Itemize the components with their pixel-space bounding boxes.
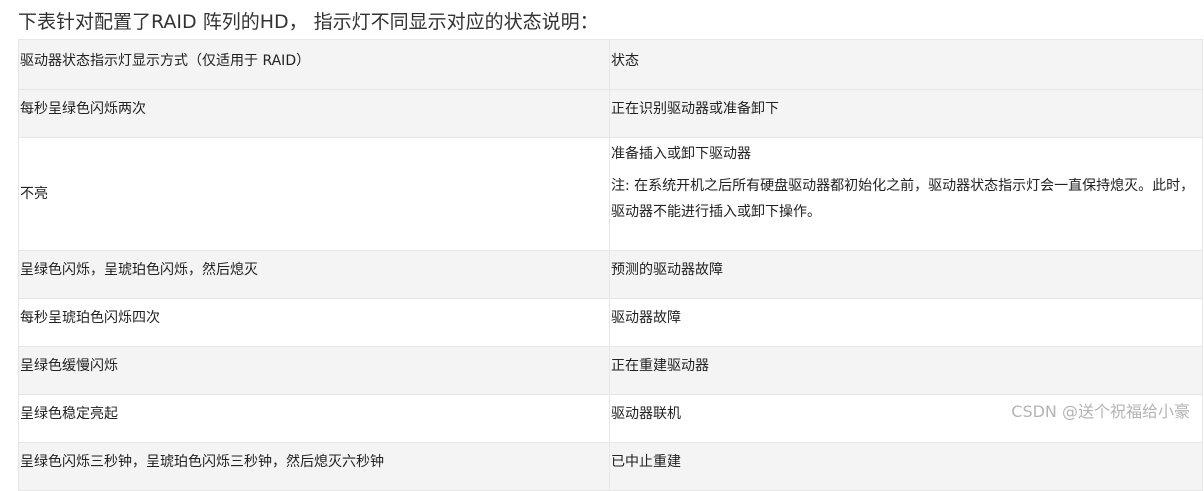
display-mode-cell: 每秒呈绿色闪烁两次: [18, 89, 610, 138]
display-mode-cell: 呈绿色缓慢闪烁: [18, 346, 610, 395]
table-row: 呈绿色闪烁三秒钟，呈琥珀色闪烁三秒钟，然后熄灭六秒钟 已中止重建: [18, 442, 1203, 491]
table-header-row: 驱动器状态指示灯显示方式（仅适用于 RAID） 状态: [18, 39, 1203, 90]
table-row: 呈绿色闪烁，呈琥珀色闪烁，然后熄灭 预测的驱动器故障: [18, 250, 1203, 299]
status-note: 注: 在系统开机之后所有硬盘驱动器都初始化之前，驱动器状态指示灯会一直保持熄灭。…: [611, 178, 1195, 220]
status-cell: 已中止重建: [609, 442, 1203, 491]
table-row: 呈绿色缓慢闪烁 正在重建驱动器: [18, 346, 1203, 395]
table-row: 每秒呈绿色闪烁两次 正在识别驱动器或准备卸下: [18, 89, 1203, 138]
watermark: CSDN @送个祝福给小豪: [1011, 402, 1190, 421]
status-cell: 正在重建驱动器: [609, 346, 1203, 395]
status-text: 准备插入或卸下驱动器: [611, 146, 751, 162]
display-mode-cell: 呈绿色稳定亮起: [18, 394, 610, 443]
header-status: 状态: [609, 39, 1203, 90]
display-mode-cell: 呈绿色闪烁，呈琥珀色闪烁，然后熄灭: [18, 250, 610, 299]
drive-status-table: 驱动器状态指示灯显示方式（仅适用于 RAID） 状态 每秒呈绿色闪烁两次 正在识…: [18, 39, 1203, 491]
display-mode-cell: 不亮: [18, 137, 610, 251]
status-cell: 正在识别驱动器或准备卸下: [609, 89, 1203, 138]
status-cell: 驱动器故障: [609, 298, 1203, 347]
header-display-mode: 驱动器状态指示灯显示方式（仅适用于 RAID）: [18, 39, 610, 90]
table-row: 每秒呈琥珀色闪烁四次 驱动器故障: [18, 298, 1203, 347]
display-mode-cell: 呈绿色闪烁三秒钟，呈琥珀色闪烁三秒钟，然后熄灭六秒钟: [18, 442, 610, 491]
intro-text: 下表针对配置了RAID 阵列的HD， 指示灯不同显示对应的状态说明：: [18, 11, 599, 33]
display-mode-cell: 每秒呈琥珀色闪烁四次: [18, 298, 610, 347]
table-row: 不亮 准备插入或卸下驱动器 注: 在系统开机之后所有硬盘驱动器都初始化之前，驱动…: [18, 137, 1203, 251]
status-cell: 预测的驱动器故障: [609, 250, 1203, 299]
status-cell: 准备插入或卸下驱动器 注: 在系统开机之后所有硬盘驱动器都初始化之前，驱动器状态…: [609, 137, 1203, 251]
